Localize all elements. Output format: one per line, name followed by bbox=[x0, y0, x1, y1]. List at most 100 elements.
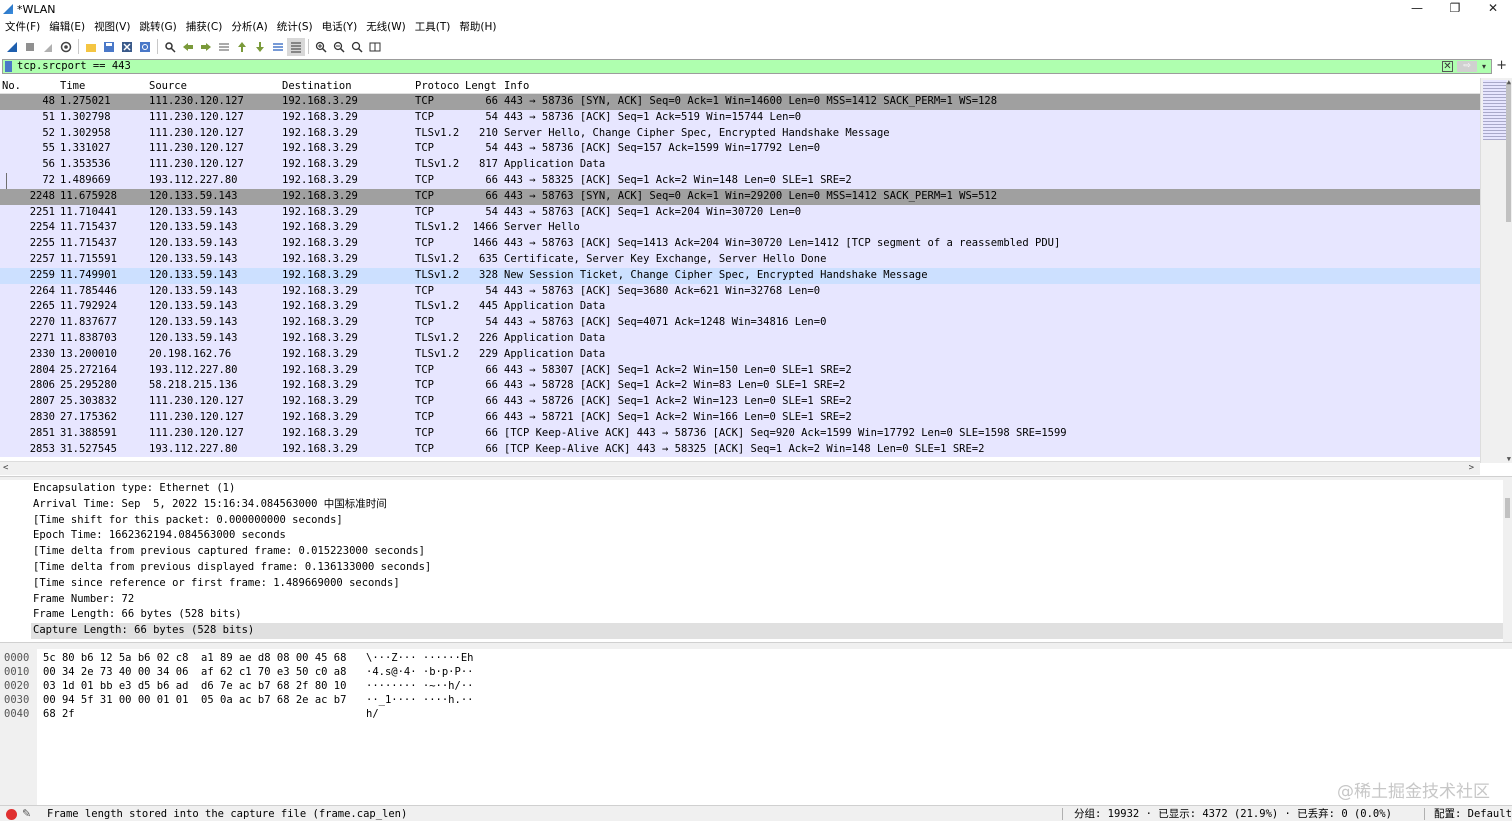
menu-analyze[interactable]: 分析(A) bbox=[228, 18, 273, 36]
packet-row[interactable]: 2254 11.715437 120.133.59.143 192.168.3.29 T… bbox=[0, 220, 1480, 237]
packet-row[interactable]: 2265 11.792924 120.133.59.143 192.168.3.29 T… bbox=[0, 299, 1480, 316]
ascii-bytes[interactable]: ········ ·~··h/·· bbox=[366, 679, 473, 693]
hex-bytes[interactable]: 00 34 2e 73 40 00 34 06 af 62 c1 70 e3 5… bbox=[43, 665, 346, 679]
scroll-right-icon[interactable]: > bbox=[1469, 462, 1474, 475]
hex-bytes[interactable]: 00 94 5f 31 00 00 01 01 05 0a ac b7 68 2… bbox=[43, 693, 346, 707]
zoom-normal-icon[interactable] bbox=[348, 38, 366, 56]
packet-row[interactable]: 2806 25.295280 58.218.215.136 192.168.3.29 T… bbox=[0, 378, 1480, 395]
bookmark-icon[interactable] bbox=[5, 61, 12, 72]
colorize-icon[interactable] bbox=[287, 37, 305, 56]
open-folder-icon[interactable] bbox=[82, 38, 100, 56]
shark-fin-start-icon[interactable] bbox=[3, 38, 21, 56]
detail-line[interactable]: Frame Number: 72 bbox=[33, 592, 134, 608]
apply-filter-arrow-icon[interactable]: ⇨ bbox=[1457, 61, 1477, 72]
detail-line[interactable]: [Time delta from previous captured frame… bbox=[33, 544, 425, 560]
menu-wireless[interactable]: 无线(W) bbox=[363, 18, 412, 36]
column-header-source[interactable]: Source bbox=[149, 78, 187, 94]
packet-row[interactable]: 2248 11.675928 120.133.59.143 192.168.3.29 T… bbox=[0, 188, 1480, 205]
menu-statistics[interactable]: 统计(S) bbox=[274, 18, 319, 36]
close-button[interactable]: ✕ bbox=[1474, 0, 1512, 18]
menu-go[interactable]: 跳转(G) bbox=[136, 18, 182, 36]
save-icon[interactable] bbox=[100, 38, 118, 56]
packet-row[interactable]: 2807 25.303832 111.230.120.127 192.168.3.29… bbox=[0, 394, 1480, 410]
forward-arrow-icon[interactable] bbox=[197, 38, 215, 56]
clear-filter-icon[interactable]: ✕ bbox=[1442, 61, 1453, 72]
detail-line[interactable]: Arrival Time: Sep 5, 2022 15:16:34.08456… bbox=[33, 497, 387, 513]
reload-icon[interactable] bbox=[136, 38, 154, 56]
column-header-no[interactable]: No. bbox=[2, 78, 21, 94]
hex-bytes[interactable]: 68 2f bbox=[43, 707, 75, 721]
detail-line[interactable]: [Time shift for this packet: 0.000000000… bbox=[33, 513, 343, 529]
display-filter-input[interactable] bbox=[17, 60, 1417, 73]
pane-splitter[interactable] bbox=[0, 642, 1512, 649]
scrollbar-thumb[interactable] bbox=[1505, 498, 1510, 518]
column-header-protocol[interactable]: Protoco bbox=[415, 78, 459, 94]
packet-row[interactable]: 51 1.302798 111.230.120.127 192.168.3.29 TCP… bbox=[0, 109, 1480, 126]
menu-edit[interactable]: 编辑(E) bbox=[46, 18, 91, 36]
packet-list-scrollbar[interactable]: ▲ ▼ bbox=[1480, 78, 1512, 463]
packet-row[interactable]: 2804 25.272164 193.112.227.80 192.168.3.29 T… bbox=[0, 362, 1480, 379]
detail-line[interactable]: Epoch Time: 1662362194.084563000 seconds bbox=[33, 528, 286, 544]
detail-line[interactable]: Frame Length: 66 bytes (528 bits) bbox=[33, 607, 242, 623]
packet-row[interactable]: 2251 11.710441 120.133.59.143 192.168.3.29 T… bbox=[0, 204, 1480, 221]
detail-line[interactable]: Encapsulation type: Ethernet (1) bbox=[33, 481, 235, 497]
column-header-destination[interactable]: Destination bbox=[282, 78, 352, 94]
first-packet-icon[interactable] bbox=[233, 38, 251, 56]
filter-history-dropdown-icon[interactable]: ▾ bbox=[1479, 60, 1489, 73]
restore-button[interactable]: ❐ bbox=[1436, 0, 1474, 18]
capture-comment-icon[interactable]: ✎ bbox=[22, 806, 31, 821]
packet-row[interactable]: 2259 11.749901 120.133.59.143 192.168.3.29 T… bbox=[0, 267, 1480, 284]
packet-list-hscrollbar[interactable]: < > bbox=[0, 461, 1480, 475]
detail-line[interactable]: [Time since reference or first frame: 1.… bbox=[33, 576, 400, 592]
packet-row[interactable]: 2830 27.175362 111.230.120.127 192.168.3.29… bbox=[0, 409, 1480, 426]
menu-view[interactable]: 视图(V) bbox=[91, 18, 136, 36]
detail-line[interactable]: [Time delta from previous displayed fram… bbox=[33, 560, 431, 576]
ascii-bytes[interactable]: \···Z··· ······Eh bbox=[366, 651, 473, 665]
hex-bytes[interactable]: 03 1d 01 bb e3 d5 b6 ad d6 7e ac b7 68 2… bbox=[43, 679, 346, 693]
packet-row[interactable]: 2257 11.715591 120.133.59.143 192.168.3.29 T… bbox=[0, 251, 1480, 268]
zoom-out-icon[interactable] bbox=[330, 38, 348, 56]
scroll-up-icon[interactable]: ▲ bbox=[1507, 78, 1511, 86]
packet-row[interactable]: 2330 13.200010 20.198.162.76 192.168.3.29 TL… bbox=[0, 346, 1480, 363]
scroll-left-icon[interactable]: < bbox=[3, 462, 8, 475]
ascii-bytes[interactable]: ··_1···· ····h.·· bbox=[366, 693, 473, 707]
menu-help[interactable]: 帮助(H) bbox=[456, 18, 502, 36]
column-header-length[interactable]: Lengt bbox=[465, 78, 497, 94]
stop-square-icon[interactable] bbox=[21, 38, 39, 56]
ascii-bytes[interactable]: h/ bbox=[366, 707, 379, 721]
packet-row[interactable]: 48 1.275021 111.230.120.127 192.168.3.29 TCP… bbox=[0, 94, 1480, 110]
packet-row[interactable]: 55 1.331027 111.230.120.127 192.168.3.29 TCP… bbox=[0, 141, 1480, 158]
autoscroll-icon[interactable] bbox=[269, 38, 287, 56]
packet-row[interactable]: 2264 11.785446 120.133.59.143 192.168.3.29 T… bbox=[0, 283, 1480, 300]
menu-tools[interactable]: 工具(T) bbox=[412, 18, 457, 36]
packet-row[interactable]: 52 1.302958 111.230.120.127 192.168.3.29 TLS… bbox=[0, 125, 1480, 142]
packet-row[interactable]: 2851 31.388591 111.230.120.127 192.168.3.29… bbox=[0, 425, 1480, 442]
scroll-down-icon[interactable]: ▼ bbox=[1507, 455, 1511, 463]
profile-selector[interactable]: 配置: Default bbox=[1434, 806, 1512, 821]
ascii-bytes[interactable]: ·4.s@·4· ·b·p·P·· bbox=[366, 665, 473, 679]
packet-row[interactable]: 2853 31.527545 193.112.227.80 192.168.3.29 T… bbox=[0, 441, 1480, 458]
add-filter-button-icon[interactable]: + bbox=[1496, 58, 1507, 74]
packet-row[interactable]: 72 1.489669 193.112.227.80 192.168.3.29 TCP 6… bbox=[0, 172, 1480, 189]
close-file-icon[interactable] bbox=[118, 38, 136, 56]
last-packet-icon[interactable] bbox=[251, 38, 269, 56]
back-arrow-icon[interactable] bbox=[179, 38, 197, 56]
restart-icon[interactable] bbox=[39, 38, 57, 56]
resize-columns-icon[interactable] bbox=[366, 38, 384, 56]
expert-info-icon[interactable] bbox=[6, 809, 17, 820]
packet-row[interactable]: 2255 11.715437 120.133.59.143 192.168.3.29 T… bbox=[0, 236, 1480, 252]
menu-telephony[interactable]: 电话(Y) bbox=[319, 18, 364, 36]
menu-file[interactable]: 文件(F) bbox=[2, 18, 46, 36]
column-header-time[interactable]: Time bbox=[60, 78, 85, 94]
packet-minimap[interactable] bbox=[1483, 80, 1507, 140]
capture-options-icon[interactable] bbox=[57, 38, 75, 56]
column-header-info[interactable]: Info bbox=[504, 78, 529, 94]
packet-row[interactable]: 2271 11.838703 120.133.59.143 192.168.3.29 T… bbox=[0, 330, 1480, 347]
packet-row[interactable]: 56 1.353536 111.230.120.127 192.168.3.29 TLS… bbox=[0, 157, 1480, 173]
minimize-button[interactable]: — bbox=[1398, 0, 1436, 18]
hex-bytes[interactable]: 5c 80 b6 12 5a b6 02 c8 a1 89 ae d8 08 0… bbox=[43, 651, 346, 665]
menu-capture[interactable]: 捕获(C) bbox=[183, 18, 229, 36]
packet-row[interactable]: 2270 11.837677 120.133.59.143 192.168.3.29 T… bbox=[0, 315, 1480, 331]
goto-packet-icon[interactable] bbox=[215, 38, 233, 56]
filter-field[interactable]: ✕ ⇨ ▾ bbox=[2, 59, 1492, 74]
